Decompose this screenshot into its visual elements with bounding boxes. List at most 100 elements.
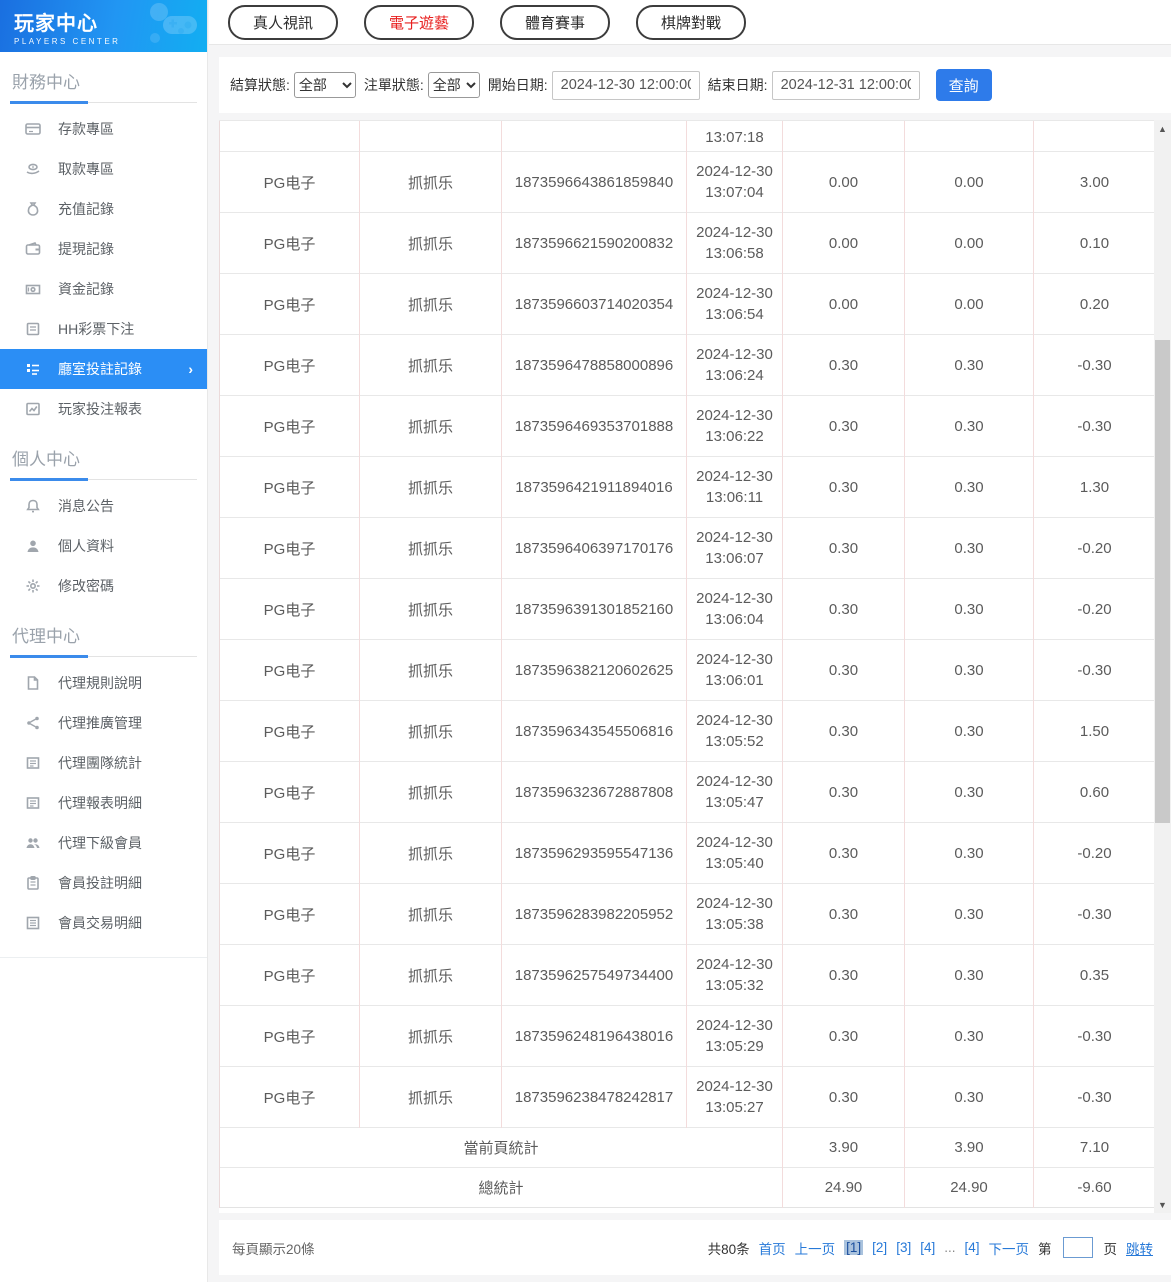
- sidebar-item[interactable]: 代理規則說明: [0, 663, 207, 703]
- cell-order-id: 1873596469353701888: [502, 396, 687, 457]
- order-status-select[interactable]: 全部: [428, 72, 480, 98]
- search-button[interactable]: 查詢: [936, 69, 992, 101]
- sidebar-item[interactable]: 會員投註明細: [0, 863, 207, 903]
- first-page-link[interactable]: 首页: [759, 1238, 786, 1258]
- page-link[interactable]: [4]: [964, 1240, 979, 1255]
- tab-真人視訊[interactable]: 真人視訊: [228, 5, 338, 40]
- start-date-input[interactable]: [552, 71, 700, 100]
- table-scrollbar[interactable]: ▲ ▼: [1154, 120, 1171, 1213]
- cell-profit: -0.30: [1034, 884, 1156, 945]
- chevron-right-icon: ›: [188, 361, 193, 377]
- scroll-down-icon[interactable]: ▼: [1154, 1196, 1171, 1213]
- cell-bet-amount: 0.30: [783, 335, 905, 396]
- main-area: 真人視訊電子遊藝體育賽事棋牌對戰 結算狀態: 全部 注單狀態: 全部 開始日期:…: [209, 0, 1171, 1282]
- jump-page-input[interactable]: [1063, 1237, 1093, 1258]
- sidebar-item-label: HH彩票下注: [58, 319, 134, 339]
- cell-valid-amount: 0.30: [905, 1006, 1034, 1067]
- cell-game: 抓抓乐: [360, 1006, 502, 1067]
- sidebar-item-label: 玩家投注報表: [58, 399, 142, 419]
- cell-time: 2024-12-3013:06:11: [687, 457, 783, 518]
- member-bet-icon: [24, 875, 41, 892]
- section-title-2: 代理中心: [10, 622, 197, 657]
- cell-profit: -0.20: [1034, 579, 1156, 640]
- cell-bet-amount: 0.30: [783, 762, 905, 823]
- cell-bet-amount: 0.30: [783, 396, 905, 457]
- cell-profit: -0.30: [1034, 640, 1156, 701]
- announcement-icon: [24, 498, 41, 515]
- scrollbar-thumb[interactable]: [1155, 340, 1170, 823]
- sidebar-item[interactable]: 資金記錄: [0, 269, 207, 309]
- sidebar-item[interactable]: 代理下級會員: [0, 823, 207, 863]
- page-link[interactable]: [4]: [920, 1240, 935, 1255]
- cell-empty: [360, 121, 502, 152]
- cell-time: 2024-12-3013:05:29: [687, 1006, 783, 1067]
- withdraw-icon: [24, 161, 41, 178]
- sidebar-item[interactable]: 代理推廣管理: [0, 703, 207, 743]
- page-link[interactable]: [2]: [872, 1240, 887, 1255]
- cell-profit: 1.50: [1034, 701, 1156, 762]
- cell-order-id: 1873596257549734400: [502, 945, 687, 1006]
- cell-order-id: 1873596391301852160: [502, 579, 687, 640]
- cell-platform: PG电子: [220, 518, 360, 579]
- jump-suffix-text: 页: [1104, 1238, 1118, 1258]
- cell-profit: 0.35: [1034, 945, 1156, 1006]
- cell-bet-amount: 0.30: [783, 945, 905, 1006]
- sidebar-item-label: 代理推廣管理: [58, 713, 142, 733]
- table-row: PG电子抓抓乐18735964219118940162024-12-3013:0…: [220, 457, 1156, 518]
- cell-bet-amount: 0.00: [783, 152, 905, 213]
- sidebar-item[interactable]: 提現記錄: [0, 229, 207, 269]
- settle-status-select[interactable]: 全部: [294, 72, 356, 98]
- cell-time: 2024-12-3013:05:32: [687, 945, 783, 1006]
- table-row: PG电子抓抓乐18735963236728878082024-12-3013:0…: [220, 762, 1156, 823]
- sidebar-item[interactable]: 代理報表明細: [0, 783, 207, 823]
- table-row: PG电子抓抓乐18735962575497344002024-12-3013:0…: [220, 945, 1156, 1006]
- sidebar-item[interactable]: 玩家投注報表: [0, 389, 207, 429]
- prev-page-link[interactable]: 上一页: [795, 1238, 836, 1258]
- cell-time: 2024-12-3013:05:52: [687, 701, 783, 762]
- cell-game: 抓抓乐: [360, 640, 502, 701]
- tab-電子遊藝[interactable]: 電子遊藝: [364, 5, 474, 40]
- cell-game: 抓抓乐: [360, 518, 502, 579]
- tab-體育賽事[interactable]: 體育賽事: [500, 5, 610, 40]
- next-page-link[interactable]: 下一页: [989, 1238, 1030, 1258]
- sidebar-item[interactable]: 廳室投註記錄›: [0, 349, 207, 389]
- cell-time: 2024-12-3013:05:47: [687, 762, 783, 823]
- cell-valid-amount: 0.00: [905, 152, 1034, 213]
- tab-棋牌對戰[interactable]: 棋牌對戰: [636, 5, 746, 40]
- sidebar-item[interactable]: 取款專區: [0, 149, 207, 189]
- sidebar-item[interactable]: 個人資料: [0, 526, 207, 566]
- cell-valid-amount: 0.30: [905, 945, 1034, 1006]
- sidebar-item-label: 代理下級會員: [58, 833, 142, 853]
- cell-profit: 0.20: [1034, 274, 1156, 335]
- sidebar-item[interactable]: 修改密碼: [0, 566, 207, 606]
- end-date-label: 結束日期:: [708, 75, 768, 95]
- page-link[interactable]: [3]: [896, 1240, 911, 1255]
- sidebar-item[interactable]: 消息公告: [0, 486, 207, 526]
- end-date-input[interactable]: [772, 71, 920, 100]
- page-ellipsis: ...: [944, 1240, 955, 1255]
- agent-report-icon: [24, 795, 41, 812]
- sidebar-item[interactable]: 存款專區: [0, 109, 207, 149]
- page-link-current[interactable]: [1]: [844, 1240, 863, 1255]
- sidebar-item[interactable]: 充值記錄: [0, 189, 207, 229]
- scroll-up-icon[interactable]: ▲: [1154, 120, 1171, 137]
- cell-platform: PG电子: [220, 396, 360, 457]
- cell-bet-amount: 0.30: [783, 518, 905, 579]
- table-row: PG电子抓抓乐18735964788580008962024-12-3013:0…: [220, 335, 1156, 396]
- cell-valid-amount: 0.30: [905, 518, 1034, 579]
- cell-platform: PG电子: [220, 579, 360, 640]
- sidebar-item[interactable]: 會員交易明細: [0, 903, 207, 943]
- total-count-text: 共80条: [708, 1238, 750, 1258]
- agent-rules-icon: [24, 675, 41, 692]
- cell-platform: PG电子: [220, 701, 360, 762]
- cell-empty: [905, 121, 1034, 152]
- cell-profit: -0.30: [1034, 1067, 1156, 1128]
- cell-game: 抓抓乐: [360, 579, 502, 640]
- sidebar-item[interactable]: HH彩票下注: [0, 309, 207, 349]
- cell-time: 2024-12-3013:06:07: [687, 518, 783, 579]
- jump-link[interactable]: 跳转: [1126, 1238, 1153, 1258]
- cell-profit: -0.30: [1034, 335, 1156, 396]
- table-row: PG电子抓抓乐18735962384782428172024-12-3013:0…: [220, 1067, 1156, 1128]
- cell-platform: PG电子: [220, 762, 360, 823]
- sidebar-item[interactable]: 代理團隊統計: [0, 743, 207, 783]
